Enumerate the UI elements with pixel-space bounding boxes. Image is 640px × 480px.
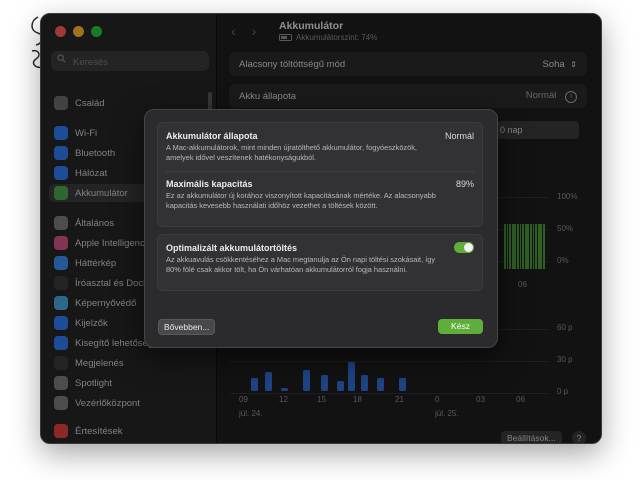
health-description: A Mac-akkumulátorok, mint minden újratöl… (166, 143, 417, 162)
capacity-value: 89% (455, 179, 474, 189)
optimized-charging-toggle[interactable] (454, 242, 474, 253)
optimized-charging-card: Optimalizált akkumulátortöltés Az akkuav… (157, 234, 483, 291)
capacity-description: Ez az akkumulátor új korához viszonyítot… (166, 191, 436, 210)
health-value: Normál (444, 131, 474, 141)
health-card: Akkumulátor állapota Normál A Mac-akkumu… (157, 122, 483, 227)
toggle-knob (464, 243, 473, 252)
optimized-charging-title: Optimalizált akkumulátortöltés (166, 243, 298, 253)
done-button[interactable]: Kész (438, 319, 483, 334)
optimized-charging-description: Az akkuavulás csökkentéséhez a Mac megta… (166, 255, 436, 274)
learn-more-button[interactable]: Bővebben... (158, 319, 216, 335)
capacity-title: Maximális kapacitás (166, 179, 253, 189)
battery-health-dialog: Akkumulátor állapota Normál A Mac-akkumu… (144, 109, 498, 348)
health-title: Akkumulátor állapota (166, 131, 258, 141)
divider (166, 171, 474, 172)
